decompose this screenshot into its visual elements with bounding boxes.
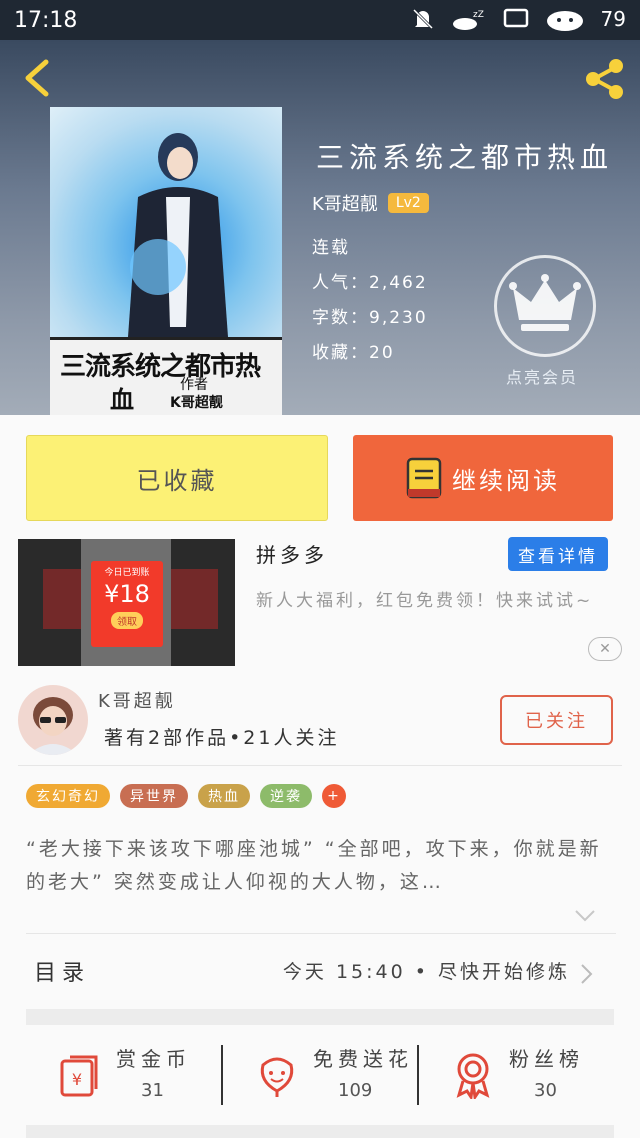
ad-image[interactable]: 今日已到账 ¥18 领取 — [18, 539, 235, 666]
book-icon — [406, 457, 442, 499]
follow-button[interactable]: 已关注 — [500, 695, 613, 745]
latest-chapter[interactable]: 今天 15:40 • 尽快开始修炼 — [283, 957, 570, 984]
book-detail-content: 已收藏 继续阅读 今日已到账 ¥18 领取 拼多多 查看详情 新人大福利，红包免… — [0, 415, 640, 1138]
tag-item[interactable]: 异世界 — [120, 784, 188, 808]
red-envelope-icon: ¥ — [60, 1055, 98, 1097]
favorites-value: 20 — [369, 343, 395, 363]
book-author-line: K哥超靓 Lv2 — [312, 190, 429, 216]
popularity-value: 2,462 — [369, 273, 428, 293]
author-level-badge: Lv2 — [387, 193, 429, 213]
stats-bar: ¥ 赏金币 31 免费送花 109 粉丝榜 30 — [26, 1025, 614, 1125]
battery-icon — [546, 11, 583, 31]
vip-label[interactable]: 点亮会员 — [506, 364, 578, 388]
stat-free-flowers[interactable]: 免费送花 109 — [223, 1025, 419, 1125]
stat-label: 粉丝榜 — [509, 1047, 584, 1071]
status-icons: zZ 79 — [411, 6, 626, 32]
ad-image-amount: ¥18 — [104, 580, 150, 608]
cover-title-line1: 三流系统之都市热 — [60, 352, 261, 382]
sleep-icon: zZ — [452, 10, 484, 30]
stat-value: 109 — [338, 1080, 373, 1101]
favorite-button[interactable]: 已收藏 — [26, 435, 328, 521]
author-name[interactable]: K哥超靓 — [98, 687, 176, 713]
add-tag-button[interactable]: + — [322, 784, 346, 808]
continue-reading-label: 继续阅读 — [452, 466, 560, 495]
stat-value: 30 — [534, 1080, 557, 1101]
tag-item[interactable]: 玄幻奇幻 — [26, 784, 110, 808]
svg-text:zZ: zZ — [473, 10, 484, 20]
book-header: 三流系统之都市热 血 作者 K哥超靓 三流系统之都市热血 K哥超靓 Lv2 连载… — [0, 40, 640, 415]
cover-character-image — [128, 133, 228, 337]
chevron-down-icon[interactable] — [574, 909, 596, 923]
stat-label: 免费送花 — [313, 1047, 413, 1071]
ad-title[interactable]: 拼多多 — [256, 539, 328, 568]
divider — [18, 765, 622, 766]
ad-close-button[interactable]: ✕ — [588, 637, 622, 661]
words-label: 字数： — [312, 308, 369, 328]
flower-icon — [260, 1057, 294, 1097]
cover-title-line2: 血 — [110, 386, 134, 414]
synopsis[interactable]: “老大接下来该攻下哪座池城” “全部吧，攻下来，你就是新的老大” 突然变成让人仰… — [26, 833, 616, 899]
tag-item[interactable]: 逆袭 — [260, 784, 312, 808]
tag-list: 玄幻奇幻 异世界 热血 逆袭 + — [26, 784, 346, 808]
ad-description[interactable]: 新人大福利，红包免费领！快来试试~ — [256, 587, 606, 616]
svg-text:¥: ¥ — [72, 1070, 82, 1089]
ad-image-get: 领取 — [111, 612, 143, 629]
stat-value: 31 — [141, 1080, 164, 1101]
book-favorites: 收藏：20 — [312, 338, 395, 363]
book-popularity: 人气：2,462 — [312, 268, 428, 293]
favorites-label: 收藏： — [312, 343, 369, 363]
book-cover[interactable]: 三流系统之都市热 血 作者 K哥超靓 — [50, 107, 282, 415]
status-time: 17:18 — [14, 8, 78, 33]
battery-level: 79 — [600, 7, 626, 31]
share-icon[interactable] — [582, 56, 628, 102]
back-icon[interactable] — [18, 58, 58, 98]
cover-author-name: K哥超靓 — [170, 395, 223, 411]
book-author[interactable]: K哥超靓 — [312, 190, 378, 216]
ad-image-caption: 今日已到账 — [104, 568, 150, 578]
author-stats: 著有2部作品•21人关注 — [104, 727, 340, 749]
mute-icon — [412, 8, 433, 30]
ad-red-envelope: 今日已到账 ¥18 领取 — [91, 561, 163, 647]
chevron-right-icon[interactable] — [580, 963, 594, 985]
cover-author-tag: 作者 — [180, 377, 208, 393]
cover-caption: 三流系统之都市热 血 作者 K哥超靓 — [50, 337, 282, 415]
book-title: 三流系统之都市热血 — [316, 141, 614, 174]
divider — [26, 933, 616, 934]
stat-label: 赏金币 — [116, 1047, 191, 1071]
vip-button[interactable] — [494, 255, 596, 357]
table-of-contents-label[interactable]: 目录 — [34, 955, 90, 987]
avatar[interactable] — [18, 685, 88, 755]
crown-icon — [509, 274, 581, 331]
author-avatar-image — [28, 697, 78, 755]
words-value: 9,230 — [369, 308, 428, 328]
book-word-count: 字数：9,230 — [312, 303, 428, 328]
screen-icon — [503, 8, 528, 28]
popularity-label: 人气： — [312, 273, 369, 293]
stat-fan-rank[interactable]: 粉丝榜 30 — [419, 1025, 615, 1125]
stat-reward-coins[interactable]: ¥ 赏金币 31 — [26, 1025, 222, 1125]
section-spacer — [26, 1125, 614, 1138]
status-bar: 17:18 zZ 79 — [0, 0, 640, 40]
continue-reading-button[interactable]: 继续阅读 — [353, 435, 613, 521]
medal-icon — [456, 1053, 490, 1099]
tag-item[interactable]: 热血 — [198, 784, 250, 808]
ad-view-details-button[interactable]: 查看详情 — [508, 537, 608, 571]
section-spacer — [26, 1009, 614, 1025]
book-status: 连载 — [312, 238, 350, 258]
